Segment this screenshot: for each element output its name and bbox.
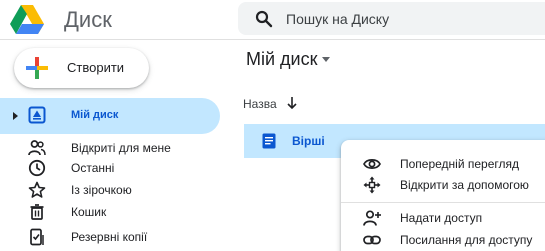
add-person-icon	[363, 209, 381, 227]
sort-arrow-down-icon[interactable]	[285, 96, 299, 110]
trash-icon	[28, 203, 46, 221]
sidebar-item-label: Із зірочкою	[71, 183, 132, 197]
move-arrows-icon	[363, 176, 381, 194]
menu-item-label: Посилання для доступу	[400, 233, 533, 247]
menu-item-open-with[interactable]: Відкрити за допомогою	[341, 174, 545, 196]
sidebar-item-my-drive[interactable]: Мій диск	[0, 98, 220, 134]
top-bar: Диск	[0, 0, 545, 40]
drive-logo-icon[interactable]	[9, 4, 45, 36]
menu-item-label: Відкрити за допомогою	[400, 178, 529, 192]
plus-icon	[25, 56, 49, 80]
menu-item-label: Надати доступ	[400, 211, 483, 225]
sidebar-item-trash[interactable]: Кошик	[0, 201, 224, 223]
column-header-name[interactable]: Назва	[243, 97, 277, 111]
sidebar-item-label: Резервні копії	[71, 230, 148, 244]
sidebar-item-starred[interactable]: Із зірочкою	[0, 179, 224, 201]
sidebar-item-label: Мій диск	[71, 109, 119, 121]
search-icon[interactable]	[255, 10, 273, 28]
file-name[interactable]: Вірші	[292, 134, 325, 148]
sidebar-item-recent[interactable]: Останні	[0, 157, 224, 179]
sidebar-item-label: Кошик	[71, 205, 107, 219]
expand-arrow-icon[interactable]	[13, 112, 18, 120]
search-input[interactable]	[286, 2, 536, 35]
menu-item-preview[interactable]: Попередній перегляд	[341, 153, 545, 175]
sidebar-item-label: Відкриті для мене	[71, 141, 171, 155]
menu-item-share[interactable]: Надати доступ	[341, 207, 545, 229]
sidebar-item-backups[interactable]: Резервні копії	[0, 226, 224, 248]
create-button[interactable]: Створити	[14, 48, 149, 88]
drive-folder-icon	[28, 106, 46, 124]
sidebar-item-label: Останні	[71, 161, 115, 175]
search-bar[interactable]	[238, 2, 545, 35]
clock-icon	[28, 159, 46, 177]
create-button-label: Створити	[67, 60, 125, 75]
star-icon	[28, 181, 46, 199]
backup-device-icon	[28, 228, 46, 246]
document-icon	[262, 133, 276, 149]
sidebar-item-shared[interactable]: Відкриті для мене	[0, 137, 224, 159]
link-icon	[363, 231, 381, 249]
eye-icon	[363, 155, 381, 173]
menu-item-label: Попередній перегляд	[400, 157, 520, 171]
context-menu: Попередній перегляд Відкрити за допомого…	[341, 140, 545, 251]
app-title[interactable]: Диск	[64, 7, 112, 33]
chevron-down-icon[interactable]	[322, 57, 330, 62]
menu-divider	[341, 202, 545, 203]
menu-item-get-link[interactable]: Посилання для доступу	[341, 229, 545, 251]
shared-people-icon	[28, 139, 46, 157]
page-title[interactable]: Мій диск	[246, 49, 317, 70]
